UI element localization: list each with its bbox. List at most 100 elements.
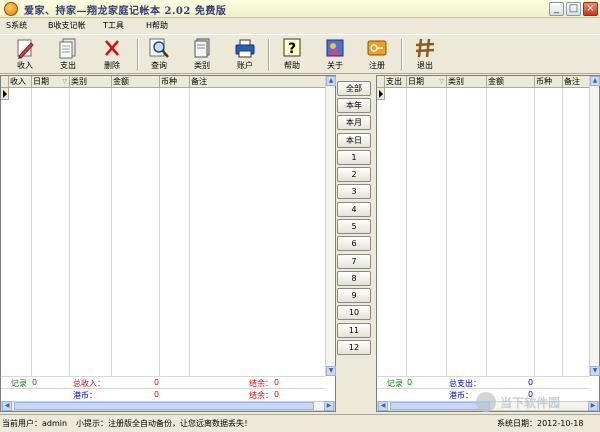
expense-button[interactable]: 支出 — [53, 37, 83, 73]
query-button[interactable]: 查询 — [144, 37, 174, 73]
expense-vertical-scrollbar[interactable]: ▲ ▼ — [589, 76, 600, 376]
income-grid[interactable]: 收入 日期 ▽ 类别 金额 币种 备注 ▲ ▼ 记录 0 总收入： 0 结余： 0… — [0, 75, 336, 412]
month-button-this-month[interactable]: 本月 — [337, 115, 371, 130]
month-button-this-year[interactable]: 本年 — [337, 98, 371, 113]
month-button-11[interactable]: 11 — [337, 323, 371, 338]
close-button[interactable]: × — [583, 2, 598, 16]
scroll-left-arrow-icon[interactable]: ◀ — [378, 401, 388, 411]
expense-hscroll-thumb[interactable] — [390, 402, 490, 410]
scroll-up-arrow-icon[interactable]: ▲ — [326, 76, 336, 86]
category-button[interactable]: 类别 — [187, 37, 217, 73]
exit-button[interactable]: 退出 — [410, 37, 440, 73]
delete-button-label: 删除 — [104, 61, 120, 70]
expense-button-label: 支出 — [60, 61, 76, 70]
month-button-3[interactable]: 3 — [337, 184, 371, 199]
month-button-7[interactable]: 7 — [337, 254, 371, 269]
income-col-type[interactable]: 收入 — [9, 76, 32, 88]
income-currency-label: 港币： — [73, 391, 97, 400]
expense-col-date-label: 日期 — [408, 77, 424, 86]
expense-col-category[interactable]: 类别 — [447, 76, 487, 88]
grid-line — [562, 88, 563, 376]
toolbar: 收入 支出 删除 查询 类别 账户 ? 帮助 关于 注册 退出 — [0, 34, 600, 74]
expense-col-date[interactable]: 日期 ▽ — [407, 76, 447, 88]
about-icon — [326, 39, 344, 57]
income-button[interactable]: 收入 — [10, 37, 40, 73]
month-button-12[interactable]: 12 — [337, 340, 371, 355]
help-button[interactable]: ? 帮助 — [277, 37, 307, 73]
grid-line — [534, 88, 535, 376]
status-bar: 当前用户：admin 小提示：注册版全自动备份，让您远离数据丢失！ 系统日期：2… — [0, 414, 600, 432]
current-row-indicator — [377, 88, 385, 100]
income-button-label: 收入 — [17, 61, 33, 70]
month-filter-panel: 全部 本年 本月 本日 1 2 3 4 5 6 7 8 9 10 11 12 — [336, 76, 374, 411]
income-col-date[interactable]: 日期 ▽ — [32, 76, 70, 88]
scroll-right-arrow-icon[interactable]: ▶ — [324, 401, 334, 411]
income-col-category[interactable]: 类别 — [70, 76, 112, 88]
expense-col-note[interactable]: 备注 — [563, 76, 589, 88]
month-button-all[interactable]: 全部 — [337, 81, 371, 96]
expense-col-type[interactable]: 支出 — [385, 76, 407, 88]
income-horizontal-scrollbar[interactable]: ◀ ▶ — [1, 401, 335, 411]
expense-footer-row: 记录 0 总支出： 0 — [377, 376, 589, 388]
income-currency-value: 0 — [154, 390, 160, 399]
month-button-4[interactable]: 4 — [337, 202, 371, 217]
expense-document-icon — [59, 38, 76, 59]
menu-help[interactable]: H帮助 — [146, 20, 168, 31]
expense-grid[interactable]: 支出 日期 ▽ 类别 金额 币种 备注 ▲ ▼ 记录 0 总支出： 0 港币： 0… — [376, 75, 600, 412]
income-grid-header: 收入 日期 ▽ 类别 金额 币种 备注 — [1, 76, 325, 88]
scroll-left-arrow-icon[interactable]: ◀ — [2, 401, 12, 411]
income-pencil-icon — [17, 39, 34, 59]
maximize-button[interactable]: □ — [566, 2, 581, 16]
watermark-text: 当下软件园 — [500, 396, 561, 410]
income-col-amount[interactable]: 金额 — [112, 76, 160, 88]
scroll-up-arrow-icon[interactable]: ▲ — [590, 76, 600, 86]
delete-button[interactable]: 删除 — [97, 37, 127, 73]
income-currency-row: 港币： 0 结余： 0 — [1, 388, 325, 400]
expense-col-amount[interactable]: 金额 — [487, 76, 535, 88]
svg-text:?: ? — [288, 41, 296, 57]
help-button-label: 帮助 — [284, 61, 300, 70]
income-currency-balance-value: 0 — [274, 390, 280, 399]
month-button-5[interactable]: 5 — [337, 219, 371, 234]
grid-line — [486, 88, 487, 376]
menu-system[interactable]: S系统 — [6, 20, 27, 31]
expense-col-currency[interactable]: 币种 — [535, 76, 563, 88]
month-button-10[interactable]: 10 — [337, 305, 371, 320]
about-button[interactable]: 关于 — [320, 37, 350, 73]
title-bar: 爱家、持家—翔龙家庭记帐本 2.02 免费版 _ □ × — [0, 0, 600, 18]
grid-line — [159, 88, 160, 376]
scroll-right-arrow-icon[interactable]: ▶ — [588, 401, 598, 411]
expense-total-value: 0 — [528, 378, 534, 387]
app-window: 爱家、持家—翔龙家庭记帐本 2.02 免费版 _ □ × S系统 B收支记帐 T… — [0, 0, 600, 432]
income-col-currency[interactable]: 币种 — [160, 76, 190, 88]
menu-bookkeeping[interactable]: B收支记帐 — [48, 20, 86, 31]
register-key-icon — [367, 40, 387, 56]
query-magnifier-icon — [149, 38, 169, 58]
menu-tools[interactable]: T工具 — [103, 20, 124, 31]
status-tip: 小提示：注册版全自动备份，让您远离数据丢失！ — [76, 419, 252, 428]
minimize-button[interactable]: _ — [549, 2, 564, 16]
grid-line — [406, 88, 407, 376]
status-current-user: 当前用户：admin — [2, 419, 68, 428]
month-button-2[interactable]: 2 — [337, 167, 371, 182]
month-button-6[interactable]: 6 — [337, 236, 371, 251]
scroll-down-arrow-icon[interactable]: ▼ — [326, 366, 336, 376]
scroll-down-arrow-icon[interactable]: ▼ — [590, 366, 600, 376]
category-button-label: 类别 — [194, 61, 210, 70]
account-button[interactable]: 账户 — [230, 37, 260, 73]
query-button-label: 查询 — [151, 61, 167, 70]
register-button[interactable]: 注册 — [362, 37, 392, 73]
toolbar-separator — [268, 39, 270, 71]
month-button-1[interactable]: 1 — [337, 150, 371, 165]
income-col-note[interactable]: 备注 — [190, 76, 325, 88]
income-balance-value: 0 — [274, 378, 280, 387]
month-button-8[interactable]: 8 — [337, 271, 371, 286]
expense-grid-corner — [377, 76, 385, 88]
dropdown-icon: ▽ — [62, 78, 67, 85]
month-button-today[interactable]: 本日 — [337, 133, 371, 148]
dropdown-icon: ▽ — [439, 78, 444, 85]
income-vertical-scrollbar[interactable]: ▲ ▼ — [325, 76, 336, 376]
income-hscroll-thumb[interactable] — [14, 402, 314, 410]
month-button-9[interactable]: 9 — [337, 288, 371, 303]
exit-fence-icon — [415, 38, 435, 58]
